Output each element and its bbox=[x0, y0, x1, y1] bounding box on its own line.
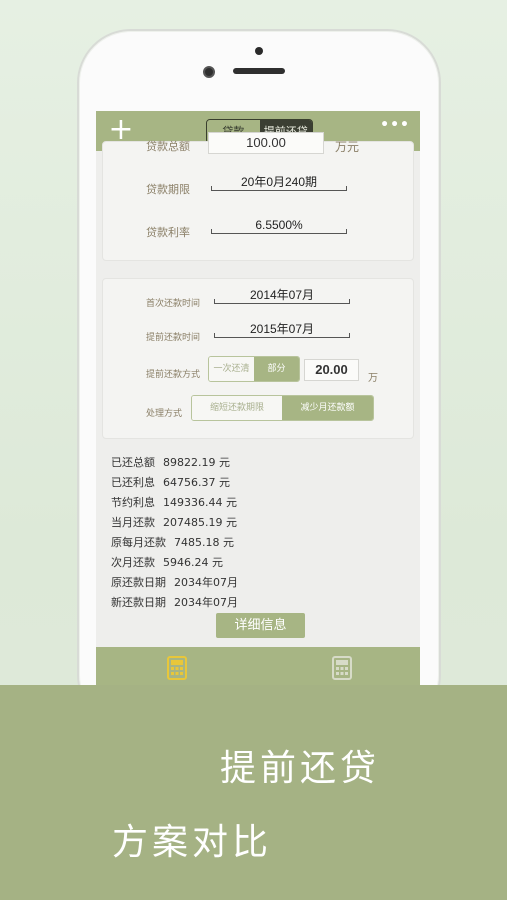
banner-subheadline: 方案对比 bbox=[112, 822, 273, 863]
prepay-method-control: 一次还清 部分 bbox=[208, 356, 300, 382]
result-label: 当月还款 bbox=[111, 516, 155, 529]
result-value: 207485.19 元 bbox=[163, 516, 237, 529]
ellipsis-icon[interactable]: ••• bbox=[380, 117, 410, 133]
handling-method-label: 处理方式 bbox=[146, 409, 183, 419]
result-label: 原还款日期 bbox=[111, 576, 166, 589]
list-item: 已还总额 89822.19 元 bbox=[111, 453, 311, 473]
loan-term-label: 贷款期限 bbox=[146, 183, 190, 196]
list-item: 新还款日期 2034年07月 bbox=[111, 593, 311, 613]
list-item: 节约利息 149336.44 元 bbox=[111, 493, 311, 513]
loan-rate-label: 贷款利率 bbox=[146, 226, 190, 239]
prepay-time-field[interactable]: 2015年07月 bbox=[214, 322, 350, 338]
first-payment-label: 首次还款时间 bbox=[146, 299, 201, 309]
list-item: 原每月还款 7485.18 元 bbox=[111, 533, 311, 553]
result-value: 64756.37 元 bbox=[163, 476, 230, 489]
handling-method-control: 缩短还款期限 减少月还款额 bbox=[191, 395, 374, 421]
result-value: 2034年07月 bbox=[174, 596, 238, 609]
bottom-tab-bar bbox=[96, 647, 420, 686]
loan-parameters-card: 贷款总额 100.00 万元 贷款期限 20年0月240期 贷款利率 6.550… bbox=[102, 132, 414, 261]
result-value: 5946.24 元 bbox=[163, 556, 223, 569]
loan-term-field[interactable]: 20年0月240期 bbox=[211, 175, 347, 191]
loan-rate-field[interactable]: 6.5500% bbox=[211, 218, 347, 234]
app-screen: + 贷款 提前还贷 ••• 贷款总额 100.00 万元 贷款期限 20年0月2… bbox=[96, 111, 420, 686]
result-label: 新还款日期 bbox=[111, 596, 166, 609]
promo-banner: 提前还贷 方案对比 bbox=[0, 685, 507, 900]
partial-amount-field[interactable]: 20.00 bbox=[304, 359, 359, 381]
result-label: 原每月还款 bbox=[111, 536, 166, 549]
result-value: 149336.44 元 bbox=[163, 496, 237, 509]
method-option-partial[interactable]: 部分 bbox=[254, 357, 299, 381]
method-option-full[interactable]: 一次还清 bbox=[209, 357, 254, 381]
banner-headline: 提前还贷 bbox=[220, 748, 381, 789]
loan-amount-label: 贷款总额 bbox=[146, 140, 190, 153]
result-label: 次月还款 bbox=[111, 556, 155, 569]
prepayment-settings-card: 首次还款时间 2014年07月 提前还款时间 2015年07月 提前还款方式 一… bbox=[102, 278, 414, 439]
list-item: 次月还款 5946.24 元 bbox=[111, 553, 311, 573]
camera-lens-icon bbox=[203, 66, 215, 78]
handling-option-reduce[interactable]: 减少月还款额 bbox=[282, 396, 373, 420]
list-item: 当月还款 207485.19 元 bbox=[111, 513, 311, 533]
calculator-icon[interactable] bbox=[332, 656, 352, 680]
result-value: 89822.19 元 bbox=[163, 456, 230, 469]
loan-amount-unit: 万元 bbox=[335, 140, 360, 154]
calculator-icon[interactable] bbox=[167, 656, 187, 680]
result-value: 2034年07月 bbox=[174, 576, 238, 589]
front-camera-icon bbox=[255, 47, 263, 55]
result-label: 已还总额 bbox=[111, 456, 155, 469]
detail-info-button[interactable]: 详细信息 bbox=[216, 613, 305, 638]
plus-icon[interactable]: + bbox=[108, 115, 134, 145]
result-label: 已还利息 bbox=[111, 476, 155, 489]
partial-amount-unit: 万 bbox=[368, 373, 378, 384]
prepay-method-label: 提前还款方式 bbox=[146, 370, 201, 380]
first-payment-field[interactable]: 2014年07月 bbox=[214, 288, 350, 304]
results-list: 已还总额 89822.19 元 已还利息 64756.37 元 节约利息 149336… bbox=[111, 453, 311, 613]
prepay-time-label: 提前还款时间 bbox=[146, 333, 201, 343]
list-item: 已还利息 64756.37 元 bbox=[111, 473, 311, 493]
list-item: 原还款日期 2034年07月 bbox=[111, 573, 311, 593]
handling-option-shorten[interactable]: 缩短还款期限 bbox=[192, 396, 282, 420]
result-value: 7485.18 元 bbox=[174, 536, 234, 549]
speaker-grille bbox=[233, 68, 285, 74]
result-label: 节约利息 bbox=[111, 496, 155, 509]
loan-amount-field[interactable]: 100.00 bbox=[208, 132, 324, 154]
